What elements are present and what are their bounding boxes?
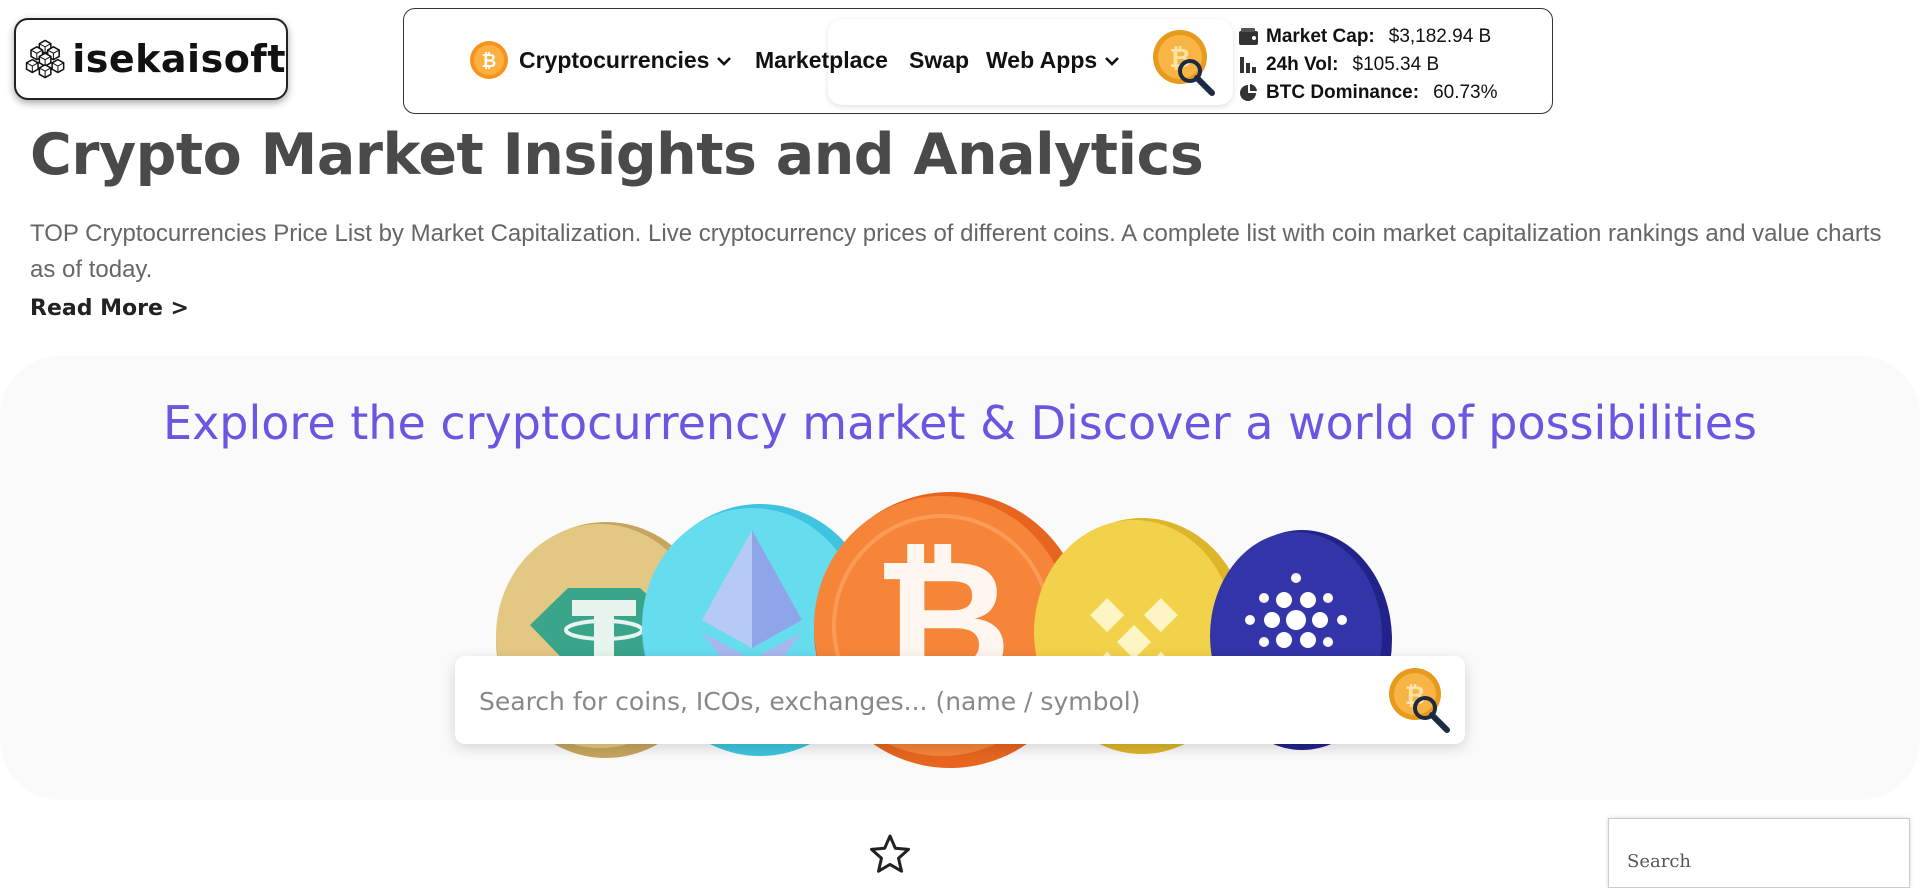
stat-label: Market Cap: xyxy=(1266,26,1375,47)
star-icon[interactable] xyxy=(868,832,912,876)
nav-web-apps-label: Web Apps xyxy=(986,47,1098,73)
top-navbar: ₿ Cryptocurrencies Marketplace Swap Web … xyxy=(403,8,1553,114)
stat-label: 24h Vol: xyxy=(1266,54,1339,75)
hero-search-box: ₿ xyxy=(455,656,1465,744)
coin-search-icon[interactable]: ₿ xyxy=(1387,666,1455,738)
nav-marketplace[interactable]: Marketplace xyxy=(755,47,888,74)
wallet-icon xyxy=(1239,28,1258,45)
coin-search-icon[interactable]: ₿ xyxy=(1150,27,1222,101)
page-description: TOP Cryptocurrencies Price List by Marke… xyxy=(30,220,1882,283)
cube-network-icon xyxy=(25,39,65,79)
bar-chart-icon xyxy=(1240,57,1256,73)
brand-name: isekaisoft xyxy=(72,37,286,81)
site-logo[interactable]: isekaisoft xyxy=(14,18,288,100)
nav-swap-label: Swap xyxy=(909,47,970,73)
stat-label: BTC Dominance: xyxy=(1266,82,1420,103)
side-search-box xyxy=(1608,818,1910,888)
nav-cryptocurrencies-label: Cryptocurrencies xyxy=(519,47,710,73)
page-title: Crypto Market Insights and Analytics xyxy=(30,122,1204,188)
chevron-down-icon xyxy=(1105,56,1120,66)
svg-text:₿: ₿ xyxy=(482,51,497,72)
chevron-down-icon xyxy=(717,56,732,66)
nav-marketplace-label: Marketplace xyxy=(755,47,888,73)
stat-btc-dominance: BTC Dominance: 60.73% xyxy=(1238,79,1498,107)
stat-value: 60.73% xyxy=(1433,82,1498,103)
read-more-link[interactable]: Read More > xyxy=(30,296,189,321)
stat-market-cap: Market Cap: $3,182.94 B xyxy=(1238,23,1498,51)
nav-web-apps[interactable]: Web Apps xyxy=(986,47,1120,74)
stat-value: $105.34 B xyxy=(1352,54,1440,75)
pie-chart-icon xyxy=(1240,84,1257,101)
market-stats: Market Cap: $3,182.94 B 24h Vol: $105.34… xyxy=(1238,23,1498,107)
stat-value: $3,182.94 B xyxy=(1388,26,1492,47)
side-search-input[interactable] xyxy=(1625,845,1889,877)
bitcoin-coin-icon: ₿ xyxy=(470,41,508,79)
nav-swap[interactable]: Swap xyxy=(909,47,969,74)
stat-24h-volume: 24h Vol: $105.34 B xyxy=(1238,51,1498,79)
nav-cryptocurrencies[interactable]: Cryptocurrencies xyxy=(519,47,732,74)
hero-search-input[interactable] xyxy=(477,678,1361,724)
hero-title: Explore the cryptocurrency market & Disc… xyxy=(163,396,1757,450)
